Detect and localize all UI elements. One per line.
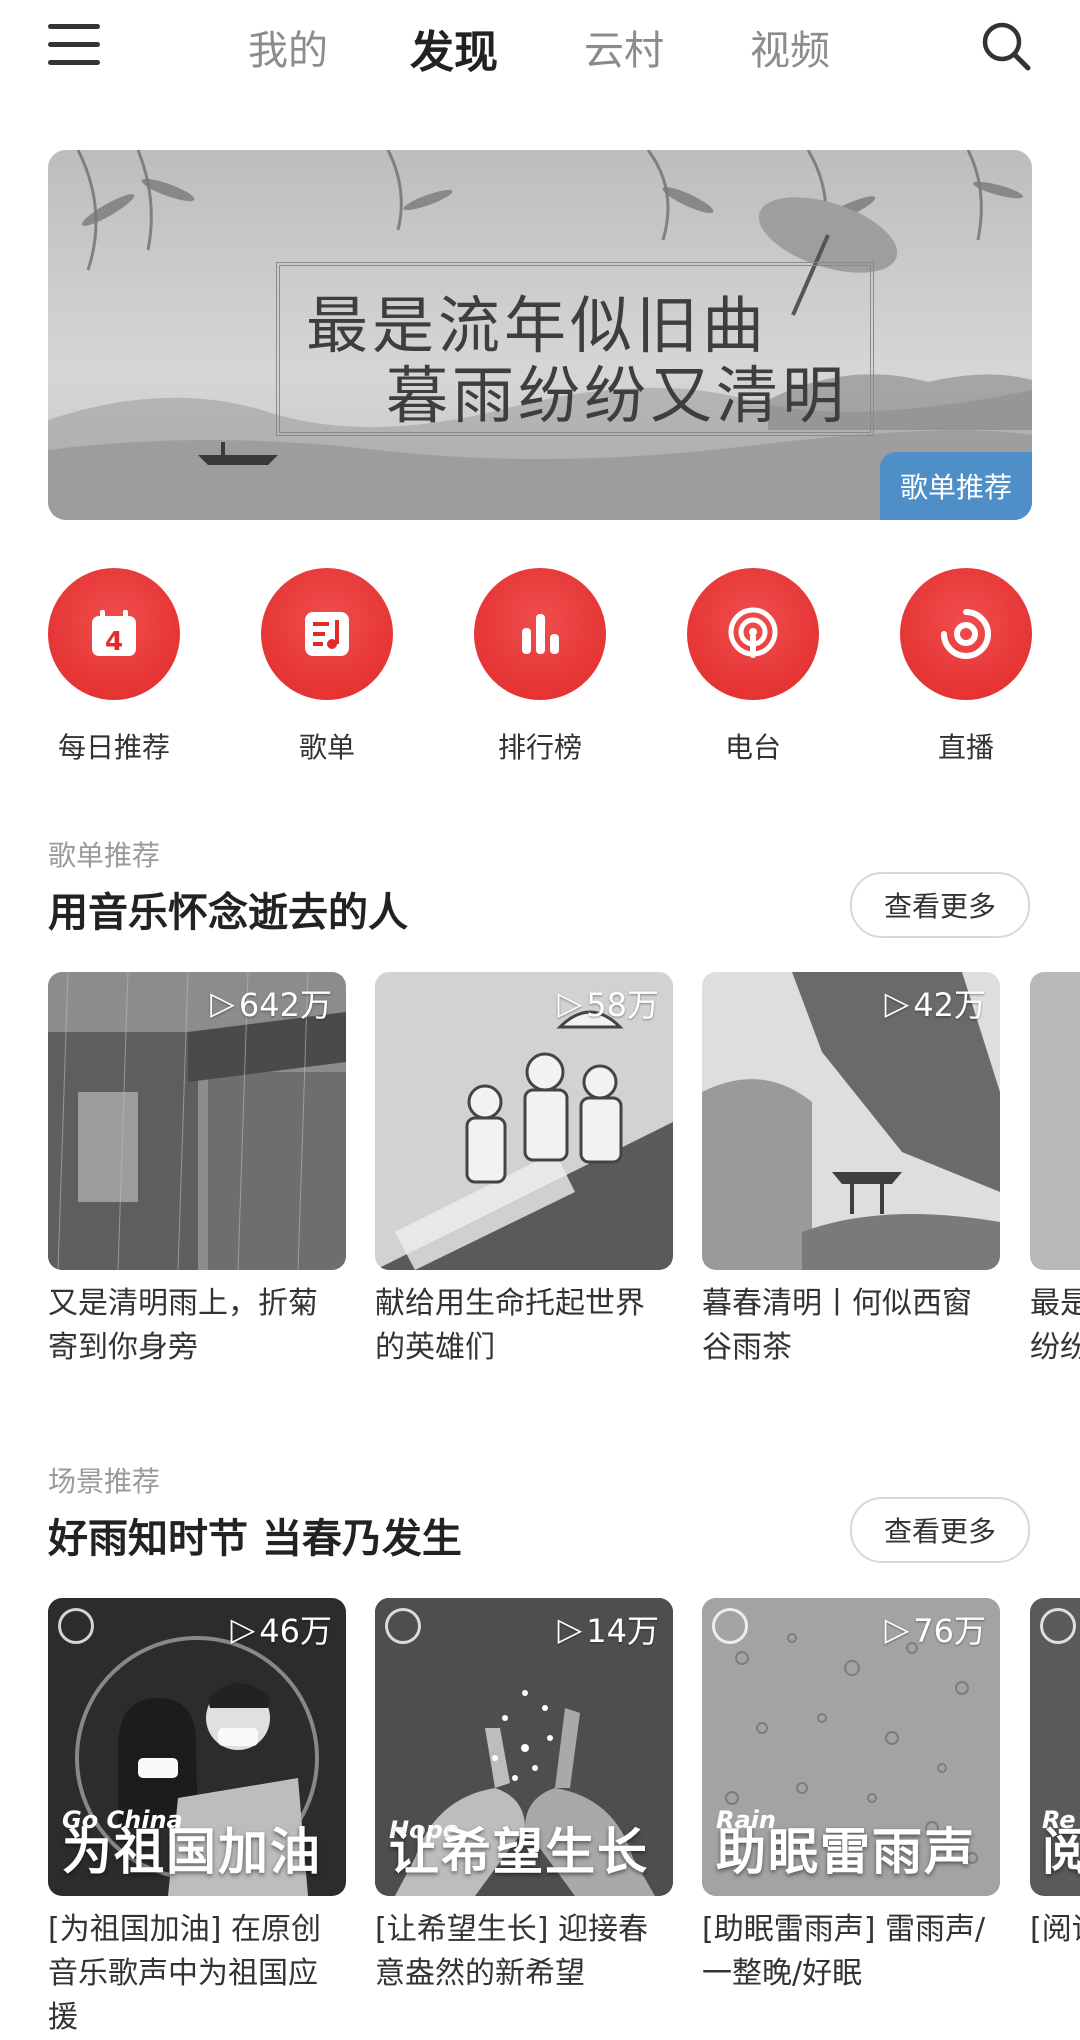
entry-label: 歌单 — [298, 731, 355, 764]
scene-title: [助眠雷雨声] 雷雨声/一整晚/好眠 — [702, 1912, 986, 1991]
radio-podcast-icon — [728, 607, 778, 658]
menu-button[interactable] — [48, 24, 100, 66]
entry-live[interactable]: 直播 — [876, 568, 1056, 766]
entry-label: 排行榜 — [497, 731, 582, 764]
section-subtitle: 场景推荐 — [48, 1465, 161, 1498]
playlist-title: 献给用生命托起世界的英雄们 — [375, 1286, 645, 1365]
tab-cloud-village[interactable]: 云村 — [584, 18, 664, 76]
entry-playlist[interactable]: 歌单 — [237, 568, 417, 766]
play-count: ▷ 46万 — [230, 1610, 332, 1650]
scene-cover: Re 阅 — [1030, 1598, 1080, 1896]
entry-radio[interactable]: 电台 — [663, 568, 843, 766]
play-icon: ▷ — [884, 984, 910, 1022]
play-count: ▷ 58万 — [557, 984, 659, 1024]
scene-title: [让希望生长] 迎接春意盎然的新希望 — [375, 1912, 648, 1991]
svg-text:4: 4 — [105, 627, 123, 657]
entry-label: 电台 — [724, 731, 781, 764]
banner-text-line2: 暮雨纷纷又清明 — [386, 359, 849, 432]
play-icon: ▷ — [557, 1610, 583, 1648]
play-icon: ▷ — [557, 984, 583, 1022]
playlist-cover — [1030, 972, 1080, 1270]
calendar-icon: 4 — [92, 610, 136, 657]
view-more-button[interactable]: 查看更多 — [850, 872, 1030, 938]
scene-card[interactable]: ▷ 76万 Rain 助眠雷雨声 [助眠雷雨声] 雷雨声/一整晚/好眠 — [702, 1598, 1000, 1996]
play-count: ▷ 14万 — [557, 1610, 659, 1650]
tab-mine[interactable]: 我的 — [248, 18, 328, 76]
scene-cover: ▷ 76万 Rain 助眠雷雨声 — [702, 1598, 1000, 1896]
scene-cover: ▷ 14万 Hope 让希望生长 — [375, 1598, 673, 1896]
scene-chinese-label: 助眠雷雨声 — [716, 1823, 976, 1881]
scene-card[interactable]: Re 阅 [阅读] 的古 — [1030, 1598, 1080, 1996]
banner-badge: 歌单推荐 — [879, 452, 1032, 520]
play-icon: ▷ — [210, 984, 235, 1022]
section-subtitle: 歌单推荐 — [48, 839, 161, 872]
playlist-cover: ▷ 58万 — [375, 972, 673, 1270]
section-title: 好雨知时节 当春乃发生 — [48, 1516, 462, 1562]
playlist-title: 又是清明雨上，折菊寄到你身旁 — [48, 1286, 318, 1365]
entry-daily-recommend[interactable]: 4 每日推荐 — [24, 568, 204, 766]
entry-label: 每日推荐 — [57, 731, 170, 764]
scene-cover: ▷ 46万 Go China 为祖国加油 — [48, 1598, 346, 1896]
play-count: ▷ 642万 — [210, 984, 332, 1024]
play-icon: ▷ — [230, 1610, 256, 1648]
playlist-card[interactable]: 最是流年似旧曲 暮雨纷纷又清明 — [1030, 972, 1080, 1370]
entry-ranking[interactable]: 排行榜 — [450, 568, 630, 766]
playlist-title: 最是流年似旧曲 暮雨纷纷又清明 — [1030, 1286, 1080, 1365]
search-icon — [982, 22, 1031, 71]
scene-card[interactable]: ▷ 14万 Hope 让希望生长 [让希望生长] 迎接春意盎然的新希望 — [375, 1598, 673, 1996]
live-icon — [941, 609, 991, 659]
playlist-card[interactable]: ▷ 42万 暮春清明丨何似西窗谷雨茶 — [702, 972, 1000, 1370]
playlist-card[interactable]: ▷ 642万 又是清明雨上，折菊寄到你身旁 — [48, 972, 346, 1370]
playlist-cover: ▷ 42万 — [702, 972, 1000, 1270]
netease-logo-icon — [1040, 1608, 1076, 1644]
tab-video[interactable]: 视频 — [750, 18, 830, 76]
netease-logo-icon — [385, 1608, 421, 1644]
play-icon: ▷ — [884, 1610, 910, 1648]
hamburger-icon — [48, 24, 100, 29]
entry-label: 直播 — [937, 731, 994, 764]
play-count: ▷ 76万 — [884, 1610, 986, 1650]
scene-title: [阅读] 的古 — [1030, 1912, 1080, 1947]
scene-card[interactable]: ▷ 46万 Go China 为祖国加油 [为祖国加油] 在原创音乐歌声中为祖国… — [48, 1598, 346, 2040]
tab-discover[interactable]: 发现 — [410, 16, 498, 80]
ranking-bars-icon — [522, 614, 559, 654]
netease-logo-icon — [58, 1608, 94, 1644]
play-count: ▷ 42万 — [884, 984, 986, 1024]
playlist-icon — [305, 612, 349, 656]
playlist-cover: ▷ 642万 — [48, 972, 346, 1270]
banner[interactable]: 最是流年似旧曲 暮雨纷纷又清明 歌单推荐 — [48, 150, 1032, 520]
section-title: 用音乐怀念逝去的人 — [48, 890, 408, 936]
view-more-button[interactable]: 查看更多 — [850, 1497, 1030, 1563]
scene-title: [为祖国加油] 在原创音乐歌声中为祖国应援 — [48, 1912, 321, 2035]
scene-chinese-label: 为祖国加油 — [62, 1823, 322, 1881]
playlist-title: 暮春清明丨何似西窗谷雨茶 — [702, 1286, 972, 1365]
playlist-card[interactable]: ▷ 58万 献给用生命托起世界的英雄们 — [375, 972, 673, 1370]
search-button[interactable] — [980, 20, 1032, 72]
scene-chinese-label: 让希望生长 — [389, 1823, 649, 1881]
netease-logo-icon — [712, 1608, 748, 1644]
scene-chinese-label: 阅 — [1042, 1823, 1080, 1881]
